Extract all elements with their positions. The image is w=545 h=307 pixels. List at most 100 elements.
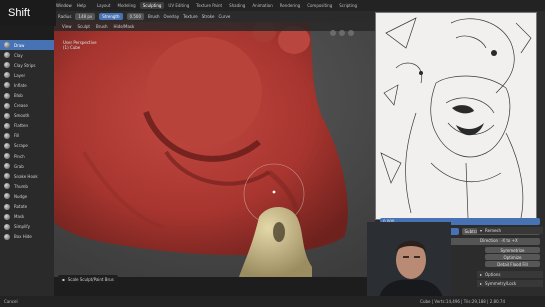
thumb-brush-icon <box>4 183 10 190</box>
tool-list: Draw Clay Clay Strips Layer Inflate Blob… <box>0 40 54 296</box>
menu-window[interactable]: Window <box>56 3 72 8</box>
camera-icon[interactable] <box>348 30 354 36</box>
key-overlay: Shift <box>0 0 56 26</box>
tool-label: Grab <box>14 163 24 169</box>
tool-draw[interactable]: Draw <box>0 40 54 51</box>
status-left-text: Cancel <box>4 299 18 304</box>
tool-simplify[interactable]: Simplify <box>0 222 54 232</box>
tool-label: Simplify <box>14 224 31 230</box>
sculpt-mesh <box>54 22 375 277</box>
hint-text: Scale Sculpt/Paint Brus <box>67 276 114 282</box>
zoom-icon[interactable] <box>330 30 336 36</box>
tool-flatten[interactable]: Flatten <box>0 121 54 131</box>
scrape-brush-icon <box>4 142 10 149</box>
strength-field[interactable]: Strength <box>99 13 123 20</box>
reference-drawing <box>375 12 537 220</box>
tool-label: Box Hide <box>14 234 32 240</box>
header-stroke[interactable]: Stroke <box>202 14 215 19</box>
draw-brush-icon <box>4 42 10 49</box>
direction-value[interactable]: -X to +X <box>501 238 518 243</box>
tool-snake-hook[interactable]: Snake Hook <box>0 171 54 181</box>
tool-thumb[interactable]: Thumb <box>0 181 54 191</box>
3d-viewport[interactable] <box>54 22 375 277</box>
scene-stats: Cube | Verts:14,496 | Tris:29,188 | 2.80… <box>420 299 505 304</box>
remesh-section[interactable]: ▾ Remesh <box>477 227 543 234</box>
radius-field[interactable]: 148 px <box>75 13 96 20</box>
hint-icon: ▪ <box>62 276 65 282</box>
tool-scrape[interactable]: Scrape <box>0 141 54 151</box>
layer-brush-icon <box>4 72 10 79</box>
box-hide-icon <box>4 233 10 240</box>
view-menu[interactable]: View <box>62 24 72 29</box>
tool-label: Clay <box>14 52 23 58</box>
tool-pinch[interactable]: Pinch <box>0 151 54 161</box>
sculpt-menu[interactable]: Sculpt <box>78 24 91 29</box>
tab-modeling[interactable]: Modeling <box>115 2 139 9</box>
tool-grab[interactable]: Grab <box>0 161 54 171</box>
tab-uv-editing[interactable]: UV Editing <box>165 2 192 9</box>
clay-strips-brush-icon <box>4 62 10 69</box>
blob-brush-icon <box>4 92 10 99</box>
tool-crease[interactable]: Crease <box>0 101 54 111</box>
pinch-brush-icon <box>4 153 10 160</box>
tool-label: Snake Hook <box>14 173 38 179</box>
tool-label: Nudge <box>14 193 28 199</box>
tool-label: Rotate <box>14 204 28 210</box>
tab-layout[interactable]: Layout <box>94 2 114 9</box>
crease-brush-icon <box>4 102 10 109</box>
symmetrize-button[interactable]: Symmetrize <box>485 247 540 253</box>
direction-row[interactable]: Direction -X to +X <box>477 237 543 244</box>
tab-rendering[interactable]: Rendering <box>277 2 303 9</box>
tool-clay-strips[interactable]: Clay Strips <box>0 60 54 70</box>
tool-blob[interactable]: Blob <box>0 90 54 100</box>
tool-label: Clay Strips <box>14 62 36 68</box>
tool-label: Crease <box>14 103 28 109</box>
optimize-button[interactable]: Optimize <box>485 254 540 260</box>
flatten-brush-icon <box>4 122 10 129</box>
status-bar: Cancel Cube | Verts:14,496 | Tris:29,188… <box>0 296 545 307</box>
tool-rotate[interactable]: Rotate <box>0 202 54 212</box>
strength-value-field[interactable]: 0.500 <box>126 13 144 20</box>
symmetry-lock-section[interactable]: ▸ Symmetry/Lock <box>477 280 543 287</box>
clay-brush-icon <box>4 52 10 59</box>
pan-icon[interactable] <box>339 30 345 36</box>
tool-nudge[interactable]: Nudge <box>0 191 54 201</box>
tool-smooth[interactable]: Smooth <box>0 111 54 121</box>
tab-texture-paint[interactable]: Texture Paint <box>193 2 225 9</box>
tool-clay[interactable]: Clay <box>0 50 54 60</box>
tool-box-hide[interactable]: Box Hide <box>0 232 54 242</box>
tab-sculpting[interactable]: Sculpting <box>139 2 165 9</box>
brush-menu[interactable]: Brush <box>96 24 108 29</box>
detail-flood-fill-button[interactable]: Detail Flood Fill <box>485 261 540 267</box>
chevron-down-icon: ▾ <box>480 228 483 233</box>
header-curve[interactable]: Curve <box>219 14 231 19</box>
tab-animation[interactable]: Animation <box>249 2 275 9</box>
tool-inflate[interactable]: Inflate <box>0 80 54 90</box>
tool-label: Draw <box>14 42 25 48</box>
viewport-header: View Sculpt Brush Hide/Mask <box>54 22 375 31</box>
tool-label: Layer <box>14 72 26 78</box>
nudge-brush-icon <box>4 193 10 200</box>
hide-mask-menu[interactable]: Hide/Mask <box>114 24 135 29</box>
header-brush[interactable]: Brush <box>148 14 160 19</box>
tool-layer[interactable]: Layer <box>0 70 54 80</box>
viewport-gizmos <box>330 30 354 36</box>
mask-brush-icon <box>4 213 10 220</box>
tab-compositing[interactable]: Compositing <box>304 2 335 9</box>
tool-label: Inflate <box>14 82 27 88</box>
menu-help[interactable]: Help <box>77 3 86 8</box>
header-overlay[interactable]: Overlay <box>164 14 180 19</box>
options-section[interactable]: ▸ Options <box>477 271 543 278</box>
tab-shading[interactable]: Shading <box>226 2 248 9</box>
sketch-image <box>380 17 532 219</box>
tool-label: Blob <box>14 93 23 99</box>
tool-fill[interactable]: Fill <box>0 131 54 141</box>
tab-scripting[interactable]: Scripting <box>336 2 360 9</box>
radius-label: Radius <box>58 14 72 19</box>
object-name-text: (1) Cube <box>63 45 81 50</box>
inflate-brush-icon <box>4 82 10 89</box>
chevron-right-icon: ▸ <box>480 281 483 286</box>
header-texture[interactable]: Texture <box>183 14 198 19</box>
direction-label: Direction <box>480 238 499 243</box>
tool-mask[interactable]: Mask <box>0 212 54 222</box>
